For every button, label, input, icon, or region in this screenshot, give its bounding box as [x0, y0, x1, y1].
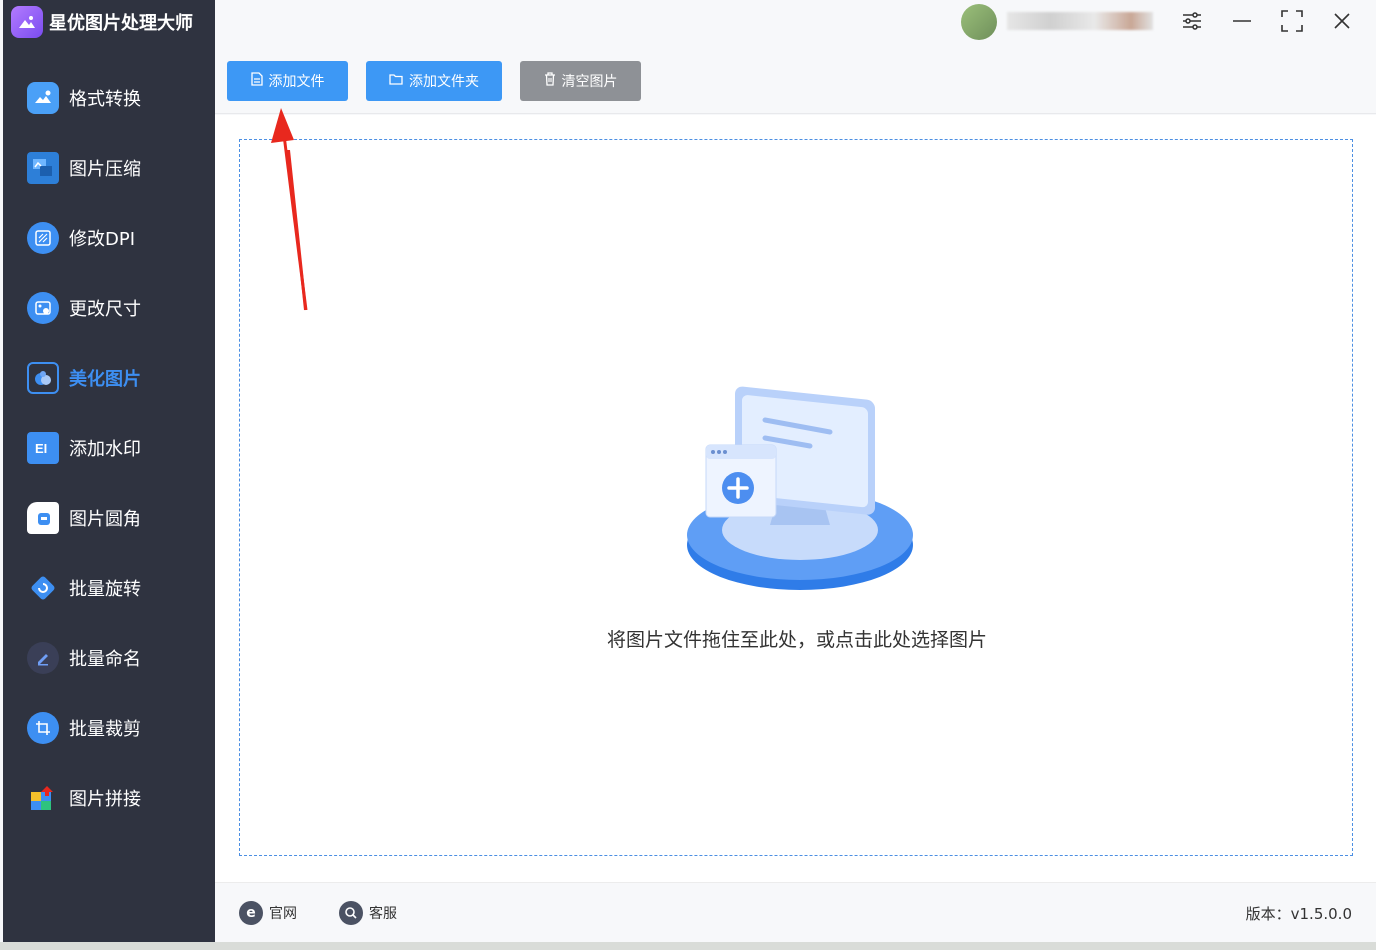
minimize-button[interactable]	[1227, 8, 1257, 38]
support-label: 客服	[369, 906, 397, 922]
sidebar-item-batch-rename[interactable]: 批量命名	[3, 623, 215, 693]
puzzle-icon	[27, 782, 59, 814]
sidebar-item-beautify[interactable]: 美化图片	[3, 343, 215, 413]
support-link[interactable]: 客服	[339, 901, 397, 925]
sidebar-item-round-corner[interactable]: 图片圆角	[3, 483, 215, 553]
drop-hint-text: 将图片文件拖住至此处，或点击此处选择图片	[606, 629, 987, 651]
desktop-background-strip	[0, 942, 1376, 950]
watermark-icon: EI	[27, 432, 59, 464]
monitor-upload-illustration	[687, 386, 913, 590]
sidebar-item-label: 批量命名	[69, 649, 141, 670]
username-blurred	[1007, 12, 1153, 30]
sidebar-item-modify-dpi[interactable]: 修改DPI	[3, 203, 215, 273]
toolbar: 添加文件 添加文件夹 清空图片	[215, 48, 1376, 114]
maximize-button[interactable]	[1277, 8, 1307, 38]
rename-icon	[27, 642, 59, 674]
folder-icon	[389, 73, 403, 89]
sidebar-item-batch-crop[interactable]: 批量裁剪	[3, 693, 215, 763]
sidebar-item-resize[interactable]: 更改尺寸	[3, 273, 215, 343]
crop-icon	[27, 712, 59, 744]
sidebar-item-batch-rotate[interactable]: 批量旋转	[3, 553, 215, 623]
minimize-icon	[1232, 11, 1252, 35]
file-icon	[250, 72, 263, 90]
sidebar-item-label: 美化图片	[69, 369, 141, 390]
website-link[interactable]: e 官网	[239, 901, 297, 925]
beautify-icon	[27, 362, 59, 394]
add-folder-button[interactable]: 添加文件夹	[366, 61, 502, 101]
sidebar: 星优图片处理大师 格式转换 图片压缩 修改DPI 更改尺寸 美化图片 EI 添加…	[3, 0, 215, 942]
app-window: 星优图片处理大师 格式转换 图片压缩 修改DPI 更改尺寸 美化图片 EI 添加…	[0, 0, 1376, 950]
add-file-button[interactable]: 添加文件	[227, 61, 348, 101]
settings-button[interactable]	[1177, 8, 1207, 38]
sidebar-item-label: 图片拼接	[69, 789, 141, 810]
maximize-icon	[1281, 10, 1303, 36]
resize-icon	[27, 292, 59, 324]
clear-images-button[interactable]: 清空图片	[520, 61, 641, 101]
sidebar-item-image-compress[interactable]: 图片压缩	[3, 133, 215, 203]
browser-e-icon: e	[239, 901, 263, 925]
sidebar-item-watermark[interactable]: EI 添加水印	[3, 413, 215, 483]
clear-images-label: 清空图片	[561, 74, 618, 90]
close-button[interactable]	[1327, 8, 1357, 38]
app-logo-icon	[11, 6, 43, 38]
sidebar-item-label: 格式转换	[69, 89, 141, 110]
add-file-label: 添加文件	[268, 74, 325, 90]
image-compress-icon	[27, 152, 59, 184]
chat-search-icon	[339, 901, 363, 925]
trash-icon	[544, 72, 556, 90]
app-title: 星优图片处理大师	[49, 13, 193, 34]
footer: e 官网 客服 版本：v1.5.0.0	[215, 882, 1376, 942]
sidebar-item-label: 添加水印	[69, 439, 141, 460]
app-header: 星优图片处理大师	[11, 6, 193, 38]
sidebar-item-label: 图片压缩	[69, 159, 141, 180]
version-text: 版本：v1.5.0.0	[1245, 905, 1352, 923]
svg-text:EI: EI	[35, 441, 47, 456]
sidebar-item-label: 修改DPI	[69, 229, 136, 250]
add-folder-label: 添加文件夹	[409, 74, 479, 90]
drop-zone[interactable]: 将图片文件拖住至此处，或点击此处选择图片	[239, 139, 1353, 856]
sidebar-item-label: 批量旋转	[69, 579, 141, 600]
round-corner-icon	[27, 502, 59, 534]
rotate-icon	[27, 572, 59, 604]
sidebar-item-format-convert[interactable]: 格式转换	[3, 63, 215, 133]
website-label: 官网	[269, 906, 297, 922]
sidebar-item-label: 更改尺寸	[69, 299, 141, 320]
sidebar-item-label: 批量裁剪	[69, 719, 141, 740]
sliders-icon	[1181, 11, 1203, 35]
sidebar-item-image-stitch[interactable]: 图片拼接	[3, 763, 215, 833]
dpi-icon	[27, 222, 59, 254]
close-icon	[1333, 12, 1351, 34]
sidebar-nav: 格式转换 图片压缩 修改DPI 更改尺寸 美化图片 EI 添加水印 图片圆角 批…	[3, 63, 215, 833]
sidebar-item-label: 图片圆角	[69, 509, 141, 530]
image-convert-icon	[27, 82, 59, 114]
avatar[interactable]	[961, 4, 997, 40]
title-bar	[215, 0, 1376, 48]
main-content: 将图片文件拖住至此处，或点击此处选择图片	[215, 115, 1376, 882]
